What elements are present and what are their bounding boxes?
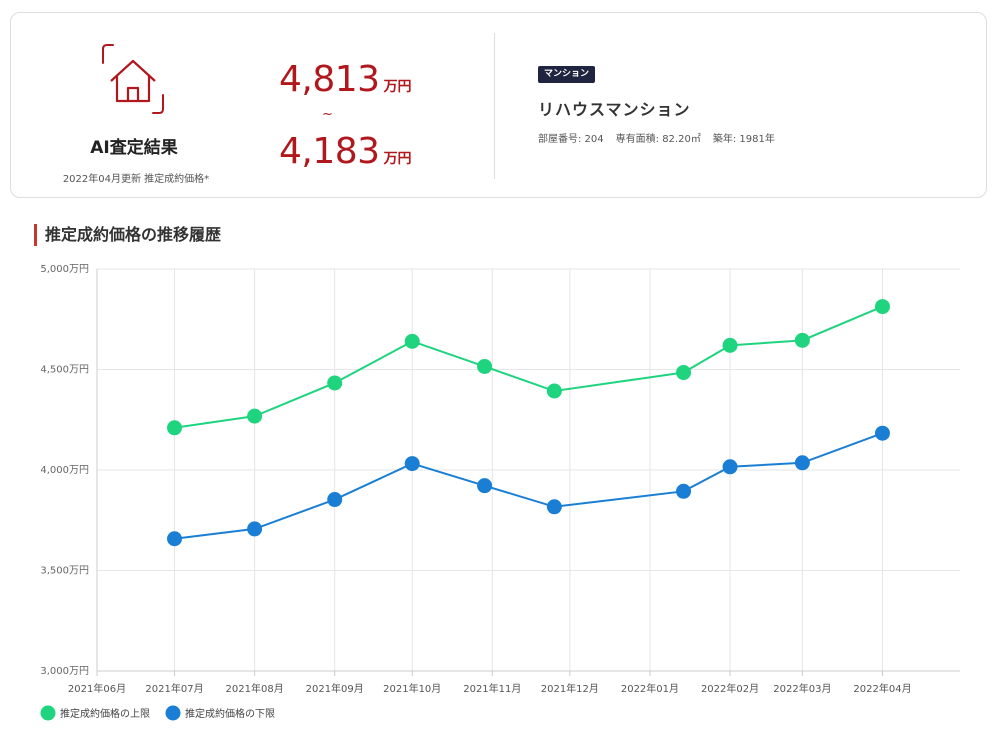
series-2-point xyxy=(167,531,183,547)
house-icon xyxy=(102,44,164,114)
y-tick-label: 3,000万円 xyxy=(40,666,89,677)
price-history-chart: 3,000万円 3,500万円 4,000万円 4,500万円 5,000万円 2021年… xyxy=(40,264,960,721)
card-divider xyxy=(494,33,495,179)
legend-marker-1 xyxy=(40,705,56,721)
series-1-point xyxy=(404,333,420,349)
floor-area: 専有面積: 82.20㎡ xyxy=(615,134,701,145)
legend-label-1: 推定成約価格の上限 xyxy=(60,707,150,720)
ai-appraisal-title: AI査定結果 xyxy=(90,138,178,158)
lower-price-unit: 万円 xyxy=(383,151,412,167)
x-tick-label: 2021年10月 xyxy=(383,682,441,695)
legend-marker-2 xyxy=(165,705,181,721)
series-1-point xyxy=(722,337,738,353)
x-tick-label: 2021年12月 xyxy=(541,682,599,695)
upper-price: 4,813 万円 xyxy=(279,59,412,100)
x-tick-label: 2021年08月 xyxy=(226,682,284,695)
series-2-line xyxy=(174,432,883,540)
lower-price: 4,183 万円 xyxy=(279,131,412,172)
series-2-point xyxy=(327,492,343,508)
x-tick-label: 2022年01月 xyxy=(621,682,679,695)
series-1-point xyxy=(167,420,183,436)
section-title: 推定成約価格の推移履歴 xyxy=(34,224,221,246)
y-tick-label: 4,000万円 xyxy=(40,465,89,476)
property-type-badge: マンション xyxy=(538,66,596,83)
legend-label-2: 推定成約価格の下限 xyxy=(185,707,275,720)
series-1-point xyxy=(477,358,493,374)
series-2-point xyxy=(722,459,738,475)
room-number: 部屋番号: 204 xyxy=(538,134,604,145)
property-details: 部屋番号: 204 専有面積: 82.20㎡ 築年: 1981年 xyxy=(538,130,787,145)
series-1-point xyxy=(327,375,343,391)
update-note: 2022年04月更新 推定成約価格* xyxy=(62,174,210,185)
x-tick-label: 2022年04月 xyxy=(853,682,911,695)
series-2-point xyxy=(794,455,810,471)
upper-price-unit: 万円 xyxy=(383,79,412,95)
built-year: 築年: 1981年 xyxy=(712,134,775,145)
upper-price-value: 4,813 xyxy=(279,59,380,100)
price-range-symbol: ~ xyxy=(322,107,333,122)
series-1-line xyxy=(174,305,883,429)
appraisal-summary-card: AI査定結果 2022年04月更新 推定成約価格* 4,813 万円 ~ 4,18… xyxy=(10,12,987,198)
x-tick-label: 2022年03月 xyxy=(773,682,831,695)
y-tick-label: 4,500万円 xyxy=(40,365,89,376)
series-2-point xyxy=(546,499,562,515)
property-name: リハウスマンション xyxy=(538,100,691,119)
series-2-point xyxy=(247,521,263,537)
y-tick-label: 3,500万円 xyxy=(40,566,89,577)
series-2-point xyxy=(874,425,890,441)
series-1-point xyxy=(546,383,562,399)
x-tick-label: 2021年06月 xyxy=(68,682,126,695)
series-2-point xyxy=(477,478,493,494)
x-tick-label: 2021年07月 xyxy=(145,682,203,695)
x-tick-label: 2021年11月 xyxy=(463,682,521,695)
series-2-point xyxy=(676,483,692,499)
series-2-point xyxy=(404,456,420,472)
series-1-point xyxy=(874,299,890,315)
y-tick-label: 5,000万円 xyxy=(40,264,89,275)
series-1-point xyxy=(247,408,263,424)
x-tick-label: 2021年09月 xyxy=(306,682,364,695)
x-tick-label: 2022年02月 xyxy=(701,682,759,695)
series-1-point xyxy=(794,332,810,348)
lower-price-value: 4,183 xyxy=(279,131,380,172)
series-1-point xyxy=(676,365,692,381)
